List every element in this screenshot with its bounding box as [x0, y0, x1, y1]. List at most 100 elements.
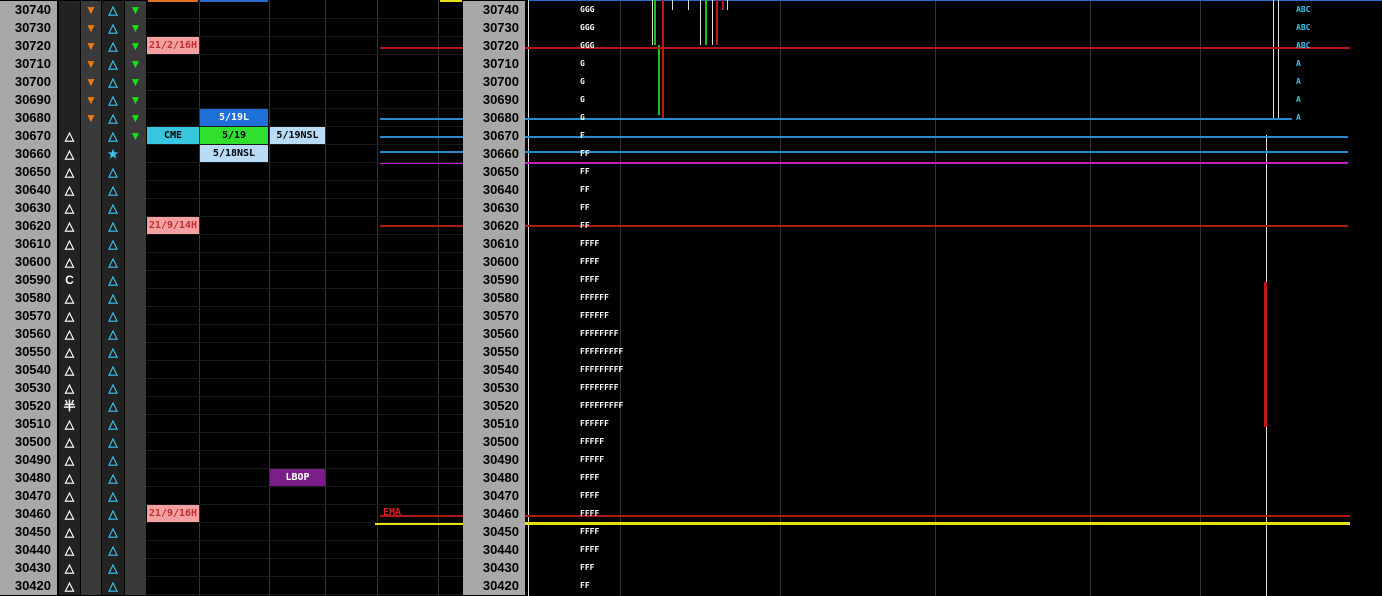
triangle-marker-cell[interactable]: △ [102, 163, 124, 181]
price-label[interactable]: 30690 [0, 91, 57, 109]
left-marker-cell[interactable]: △ [59, 523, 80, 541]
left-marker-cell[interactable]: △ [59, 163, 80, 181]
price-label[interactable]: 30460 [463, 505, 525, 523]
left-marker-cell[interactable]: △ [59, 361, 80, 379]
triangle-marker-cell[interactable]: △ [102, 235, 124, 253]
sell-marker-cell[interactable]: ▼ [81, 19, 101, 37]
left-marker-cell[interactable]: △ [59, 145, 80, 163]
sell-marker-cell[interactable] [81, 253, 101, 271]
price-label[interactable]: 30700 [463, 73, 525, 91]
triangle-marker-cell[interactable]: △ [102, 91, 124, 109]
sell-marker-cell[interactable] [81, 559, 101, 577]
price-label[interactable]: 30600 [463, 253, 525, 271]
left-marker-cell[interactable]: △ [59, 451, 80, 469]
price-label[interactable]: 30440 [0, 541, 57, 559]
buy-marker-cell[interactable] [125, 325, 146, 343]
price-label[interactable]: 30740 [463, 1, 525, 19]
left-marker-cell[interactable]: △ [59, 289, 80, 307]
buy-marker-cell[interactable] [125, 199, 146, 217]
price-label[interactable]: 30650 [463, 163, 525, 181]
triangle-marker-cell[interactable]: △ [102, 361, 124, 379]
price-label[interactable]: 30640 [463, 181, 525, 199]
sell-marker-cell[interactable] [81, 271, 101, 289]
price-label[interactable]: 30480 [0, 469, 57, 487]
triangle-marker-cell[interactable]: △ [102, 433, 124, 451]
triangle-marker-cell[interactable]: ★ [102, 145, 124, 163]
triangle-marker-cell[interactable]: △ [102, 523, 124, 541]
price-label[interactable]: 30670 [463, 127, 525, 145]
buy-marker-cell[interactable] [125, 487, 146, 505]
left-marker-cell[interactable] [59, 73, 80, 91]
sell-marker-cell[interactable]: ▼ [81, 37, 101, 55]
triangle-marker-cell[interactable]: △ [102, 181, 124, 199]
buy-marker-cell[interactable] [125, 307, 146, 325]
sell-marker-cell[interactable]: ▼ [81, 1, 101, 19]
price-label[interactable]: 30620 [463, 217, 525, 235]
left-marker-cell[interactable] [59, 19, 80, 37]
sell-marker-cell[interactable] [81, 163, 101, 181]
buy-marker-cell[interactable] [125, 415, 146, 433]
price-label[interactable]: 30640 [0, 181, 57, 199]
left-marker-cell[interactable]: △ [59, 325, 80, 343]
left-marker-cell[interactable] [59, 91, 80, 109]
price-label[interactable]: 30470 [463, 487, 525, 505]
price-label[interactable]: 30550 [0, 343, 57, 361]
price-label[interactable]: 30510 [463, 415, 525, 433]
price-label[interactable]: 30450 [463, 523, 525, 541]
price-label[interactable]: 30520 [463, 397, 525, 415]
sell-marker-cell[interactable]: ▼ [81, 73, 101, 91]
price-label[interactable]: 30420 [463, 577, 525, 595]
price-label[interactable]: 30620 [0, 217, 57, 235]
price-label[interactable]: 30540 [0, 361, 57, 379]
sell-marker-cell[interactable] [81, 487, 101, 505]
price-label[interactable]: 30680 [463, 109, 525, 127]
triangle-marker-cell[interactable]: △ [102, 271, 124, 289]
date-tag-21-9-14[interactable]: 21/9/14H [147, 217, 199, 234]
tag-5-19nsl[interactable]: 5/19NSL [270, 127, 325, 144]
left-marker-cell[interactable]: △ [59, 577, 80, 595]
cme-tag[interactable]: CME [147, 127, 199, 144]
triangle-marker-cell[interactable]: △ [102, 109, 124, 127]
price-label[interactable]: 30720 [0, 37, 57, 55]
triangle-marker-cell[interactable]: △ [102, 199, 124, 217]
price-label[interactable]: 30480 [463, 469, 525, 487]
left-marker-cell[interactable]: C [59, 271, 80, 289]
left-marker-cell[interactable]: 半 [59, 397, 80, 415]
price-label[interactable]: 30580 [463, 289, 525, 307]
left-marker-cell[interactable] [59, 109, 80, 127]
left-marker-cell[interactable]: △ [59, 217, 80, 235]
price-label[interactable]: 30650 [0, 163, 57, 181]
triangle-marker-cell[interactable]: △ [102, 577, 124, 595]
price-label[interactable]: 30660 [0, 145, 57, 163]
price-label[interactable]: 30490 [0, 451, 57, 469]
triangle-marker-cell[interactable]: △ [102, 379, 124, 397]
left-marker-cell[interactable]: △ [59, 343, 80, 361]
buy-marker-cell[interactable] [125, 289, 146, 307]
buy-marker-cell[interactable] [125, 469, 146, 487]
left-marker-cell[interactable] [59, 37, 80, 55]
triangle-marker-cell[interactable]: △ [102, 127, 124, 145]
left-marker-cell[interactable]: △ [59, 235, 80, 253]
buy-marker-cell[interactable]: ▼ [125, 127, 146, 145]
sell-marker-cell[interactable] [81, 325, 101, 343]
buy-marker-cell[interactable] [125, 271, 146, 289]
left-marker-cell[interactable]: △ [59, 307, 80, 325]
triangle-marker-cell[interactable]: △ [102, 1, 124, 19]
sell-marker-cell[interactable] [81, 523, 101, 541]
triangle-marker-cell[interactable]: △ [102, 397, 124, 415]
buy-marker-cell[interactable] [125, 217, 146, 235]
left-marker-cell[interactable]: △ [59, 469, 80, 487]
price-label[interactable]: 30570 [463, 307, 525, 325]
triangle-marker-cell[interactable]: △ [102, 37, 124, 55]
buy-marker-cell[interactable]: ▼ [125, 73, 146, 91]
buy-marker-cell[interactable]: ▼ [125, 109, 146, 127]
buy-marker-cell[interactable]: ▼ [125, 1, 146, 19]
triangle-marker-cell[interactable]: △ [102, 415, 124, 433]
triangle-marker-cell[interactable]: △ [102, 289, 124, 307]
buy-marker-cell[interactable] [125, 577, 146, 595]
price-label[interactable]: 30550 [463, 343, 525, 361]
triangle-marker-cell[interactable]: △ [102, 55, 124, 73]
price-label[interactable]: 30610 [0, 235, 57, 253]
price-label[interactable]: 30510 [0, 415, 57, 433]
sell-marker-cell[interactable] [81, 379, 101, 397]
